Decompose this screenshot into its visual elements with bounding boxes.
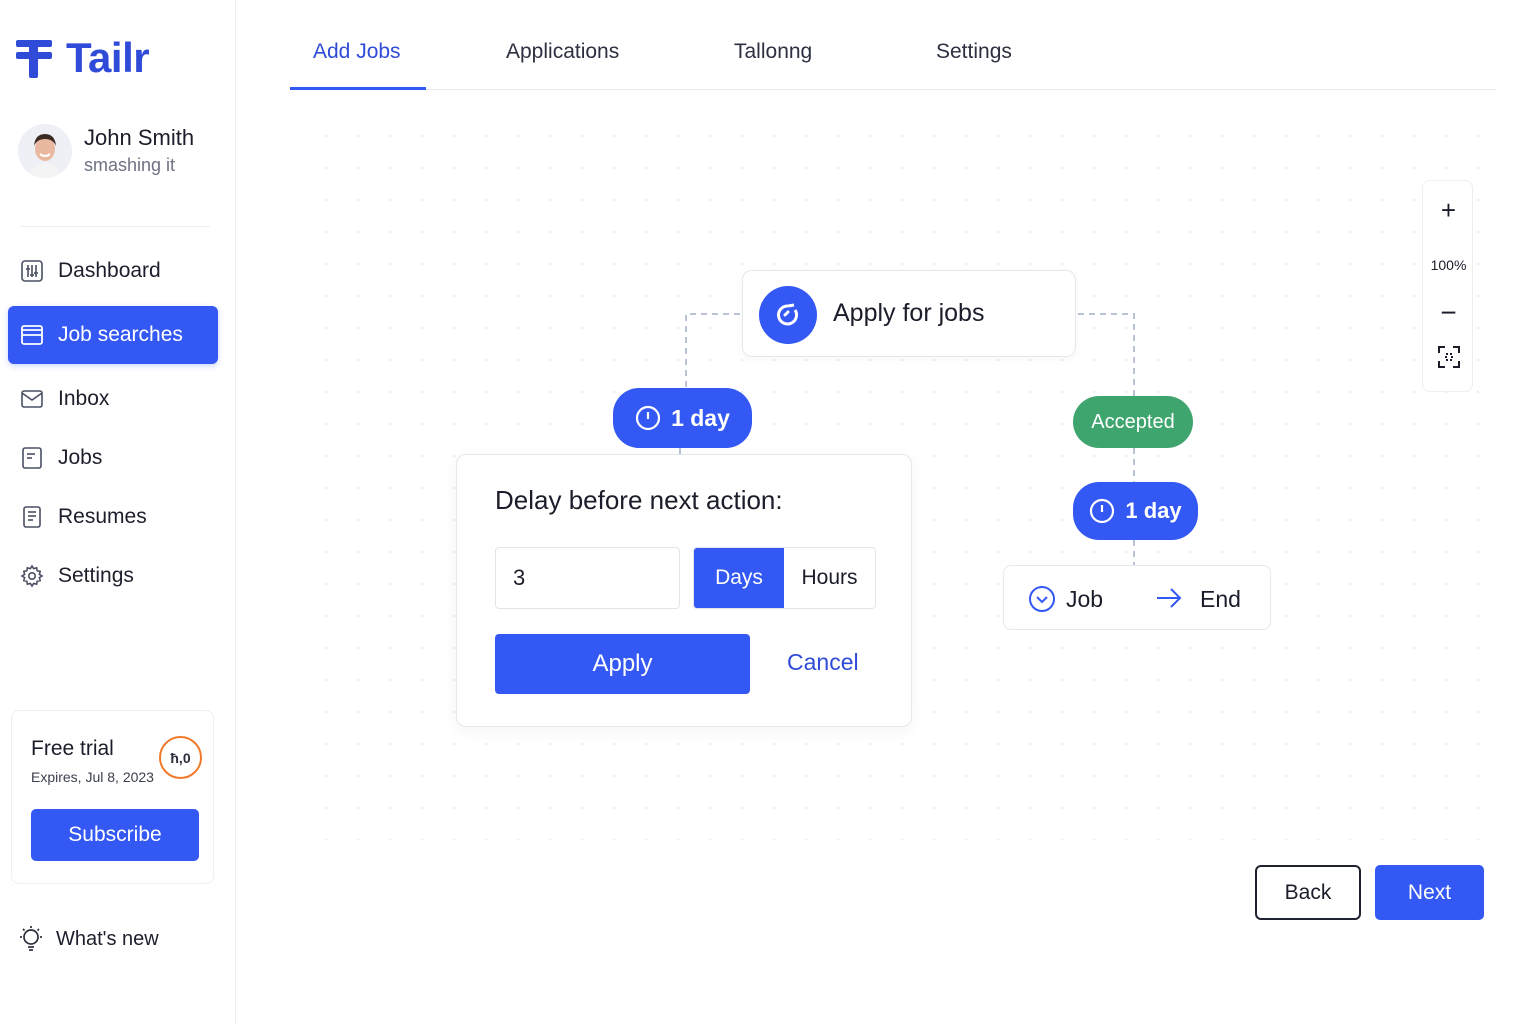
sidebar-nav: Dashboard Job searches Inbox Jobs Resume… — [8, 242, 218, 606]
sidebar-item-label: Inbox — [58, 387, 110, 410]
zoom-level: 100% — [1430, 257, 1467, 273]
fit-view-button[interactable] — [1423, 345, 1474, 374]
sidebar-item-settings[interactable]: Settings — [8, 547, 218, 605]
fit-screen-icon — [1437, 346, 1460, 368]
sidebar-item-job-searches[interactable]: Job searches — [8, 306, 218, 364]
free-trial-card: Free trial Expires, Jul 8, 2023 ħ,0 Subs… — [11, 710, 214, 884]
sidebar-item-resumes[interactable]: Resumes — [8, 488, 218, 546]
sidebar-item-label: Dashboard — [58, 259, 161, 282]
trial-title: Free trial — [31, 737, 114, 760]
tab-add-jobs[interactable]: Add Jobs — [313, 40, 401, 64]
sidebar-item-jobs[interactable]: Jobs — [8, 429, 218, 487]
top-tabs: Add Jobs Applications Tallonng Settings — [290, 0, 1496, 90]
refresh-icon — [777, 303, 798, 326]
cancel-button[interactable]: Cancel — [787, 649, 859, 676]
sidebar: Tailr John Smith smashing it Dashboard J… — [0, 0, 236, 1024]
profile-name: John Smith — [84, 125, 195, 150]
tab-tailoring[interactable]: Tallonng — [734, 40, 812, 64]
delay-pill-right[interactable]: 1 day — [1073, 482, 1198, 540]
subscribe-button[interactable]: Subscribe — [31, 809, 199, 861]
delay-value-input[interactable] — [495, 547, 680, 609]
logo[interactable]: Tailr — [14, 34, 150, 82]
gear-icon — [20, 564, 44, 588]
sidebar-item-label: Settings — [58, 564, 134, 587]
unit-hours-option[interactable]: Hours — [784, 548, 875, 608]
clock-icon — [1090, 498, 1115, 524]
sidebar-item-inbox[interactable]: Inbox — [8, 370, 218, 428]
lightbulb-icon — [20, 926, 42, 951]
sidebar-item-label: Job searches — [58, 323, 183, 346]
app-name: Tailr — [66, 34, 150, 81]
profile-status: smashing it — [84, 155, 176, 175]
end-label: End — [1200, 586, 1241, 612]
delay-unit-toggle: Days Hours — [693, 547, 876, 609]
user-profile[interactable]: John Smith smashing it — [18, 124, 194, 178]
clock-icon — [635, 405, 661, 431]
chevron-circle-icon — [1029, 586, 1055, 612]
job-label: Job — [1066, 586, 1104, 612]
delay-pill-left-label: 1 day — [671, 404, 730, 431]
avatar-image — [18, 124, 72, 178]
start-node-label: Apply for jobs — [833, 299, 985, 327]
zoom-out-button[interactable]: − — [1423, 297, 1474, 329]
file-icon — [23, 506, 41, 528]
sidebar-item-label: Resumes — [58, 505, 147, 528]
tab-settings[interactable]: Settings — [936, 40, 1012, 64]
start-node-apply-for-jobs[interactable]: Apply for jobs — [742, 270, 1076, 357]
start-node-icon-circle — [759, 286, 817, 344]
delay-pill-left[interactable]: 1 day — [613, 388, 752, 448]
next-button[interactable]: Next — [1375, 865, 1484, 920]
active-tab-indicator — [290, 87, 426, 90]
trial-expiry: Expires, Jul 8, 2023 — [31, 769, 154, 785]
job-end-node[interactable]: Job End — [1003, 565, 1271, 630]
mail-icon — [21, 390, 43, 408]
zoom-controls: + 100% − — [1422, 180, 1473, 392]
accepted-badge[interactable]: Accepted — [1073, 396, 1193, 448]
sidebar-divider — [20, 226, 210, 227]
popover-title: Delay before next action: — [495, 485, 783, 515]
document-icon — [22, 447, 42, 469]
whats-new-label: What's new — [56, 927, 159, 950]
tailr-logo-icon — [16, 40, 52, 78]
zoom-in-button[interactable]: + — [1423, 195, 1474, 226]
dashboard-icon — [21, 260, 43, 282]
trial-countdown-badge: ħ,0 — [159, 736, 202, 779]
back-button[interactable]: Back — [1255, 865, 1361, 920]
layout-icon — [21, 325, 43, 345]
apply-button[interactable]: Apply — [495, 634, 750, 694]
delay-popover: Delay before next action: Days Hours App… — [456, 454, 912, 727]
avatar[interactable] — [18, 124, 72, 178]
sidebar-item-dashboard[interactable]: Dashboard — [8, 242, 218, 300]
arrow-right-icon — [1157, 588, 1182, 608]
sidebar-item-label: Jobs — [58, 446, 103, 469]
tab-applications[interactable]: Applications — [506, 40, 619, 64]
whats-new-link[interactable]: What's new — [18, 925, 159, 953]
delay-pill-right-label: 1 day — [1125, 498, 1182, 523]
unit-days-option[interactable]: Days — [694, 548, 784, 608]
